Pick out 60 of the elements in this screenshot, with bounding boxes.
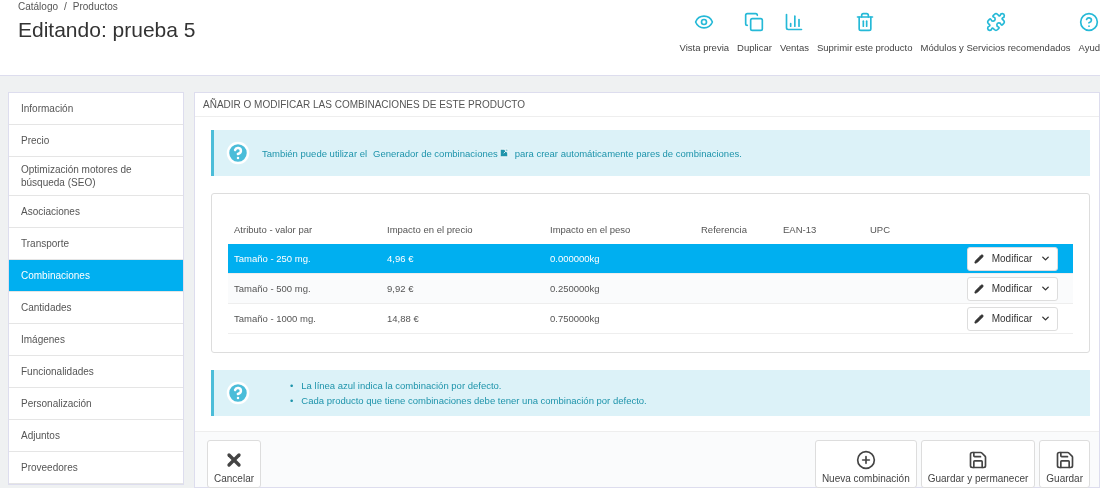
table-cell-text: 9,92 € bbox=[387, 283, 415, 294]
modify-button[interactable]: Modificar bbox=[967, 246, 1058, 271]
caret-icon bbox=[1040, 253, 1051, 264]
page-title: Editando: prueba 5 bbox=[18, 18, 196, 42]
breadcrumb-link[interactable]: Productos bbox=[72, 1, 118, 12]
cancel-button[interactable]: Cancelar bbox=[207, 440, 262, 488]
pencil-icon bbox=[974, 313, 984, 324]
toolbar-button[interactable]: Suprimir este producto bbox=[816, 12, 913, 53]
toolbar-button[interactable]: Vista previa bbox=[679, 12, 730, 53]
external-link-icon bbox=[498, 148, 509, 158]
column-header: Atributo - valor par bbox=[234, 223, 314, 235]
bullet: • bbox=[290, 379, 294, 392]
eye-icon bbox=[694, 12, 715, 32]
note-text: La línea azul indica la combinación por defecto. bbox=[301, 379, 502, 392]
pencil-icon bbox=[974, 253, 984, 264]
modify-button[interactable]: Modificar bbox=[967, 306, 1058, 331]
table-cell-text: 0.250000kg bbox=[550, 283, 601, 294]
copy-icon bbox=[744, 12, 765, 32]
caret-icon bbox=[1040, 313, 1051, 324]
toolbar-button[interactable]: Módulos y Servicios recomendados bbox=[920, 12, 1071, 53]
table-row[interactable]: Tamaño - 500 mg. 9,92 € 0.250000kg Modificar bbox=[228, 274, 1073, 304]
table-cell-text: 0.000000kg bbox=[550, 253, 601, 264]
note-text: Cada producto que tiene combinaciones debe tener una combinación por defecto. bbox=[301, 394, 647, 407]
help-icon bbox=[1079, 12, 1100, 32]
breadcrumb-link[interactable]: Catálogo bbox=[18, 1, 59, 12]
save-icon bbox=[1054, 450, 1075, 470]
column-header: UPC bbox=[870, 223, 892, 235]
info-text: También puede utilizar el Generador de combinaciones para crear automáticamente pares de combinaciones. bbox=[262, 147, 742, 159]
help-icon bbox=[226, 141, 250, 165]
close-icon bbox=[224, 450, 244, 470]
caret-icon bbox=[1040, 283, 1051, 294]
table-row[interactable]: Tamaño - 250 mg. 4,96 € 0.000000kg Modificar bbox=[228, 244, 1073, 274]
table-cell-text: Tamaño - 500 mg. bbox=[234, 283, 312, 294]
table-cell-text: Tamaño - 1000 mg. bbox=[234, 313, 317, 324]
bar-chart-icon bbox=[784, 12, 805, 32]
save-icon bbox=[968, 450, 988, 470]
panel-heading: AÑADIR O MODIFICAR LAS COMBINACIONES DE ESTE PRODUCTO bbox=[195, 93, 1099, 117]
toolbar-button[interactable]: Duplicar bbox=[737, 12, 772, 53]
column-header: Impacto en el precio bbox=[387, 223, 474, 235]
table-cell-text: 14,88 € bbox=[387, 313, 420, 324]
column-header: EAN-13 bbox=[783, 223, 818, 235]
table-cell-text: 0.750000kg bbox=[550, 313, 601, 324]
table-cell-text: 4,96 € bbox=[387, 253, 415, 264]
table-cell-text: Tamaño - 250 mg. bbox=[234, 253, 312, 264]
add-button[interactable]: Nueva combinación bbox=[814, 440, 917, 488]
plus-icon bbox=[855, 450, 876, 470]
toolbar-button[interactable]: Ventas bbox=[779, 12, 809, 53]
pencil-icon bbox=[974, 283, 984, 294]
trash-icon bbox=[854, 12, 875, 32]
save-button[interactable]: Guardar y permanecer bbox=[920, 440, 1036, 488]
column-header: Impacto en el peso bbox=[550, 223, 632, 235]
column-header: Referencia bbox=[701, 223, 748, 235]
modify-button[interactable]: Modificar bbox=[967, 276, 1058, 301]
bullet: • bbox=[290, 394, 294, 407]
table-row[interactable]: Tamaño - 1000 mg. 14,88 € 0.750000kg Modificar bbox=[228, 304, 1073, 334]
save-button[interactable]: Guardar bbox=[1039, 440, 1090, 488]
toolbar-button[interactable]: Ayud bbox=[1078, 12, 1100, 53]
help-icon bbox=[226, 381, 250, 405]
puzzle-icon bbox=[985, 12, 1006, 32]
breadcrumb-separator: / bbox=[64, 1, 67, 12]
